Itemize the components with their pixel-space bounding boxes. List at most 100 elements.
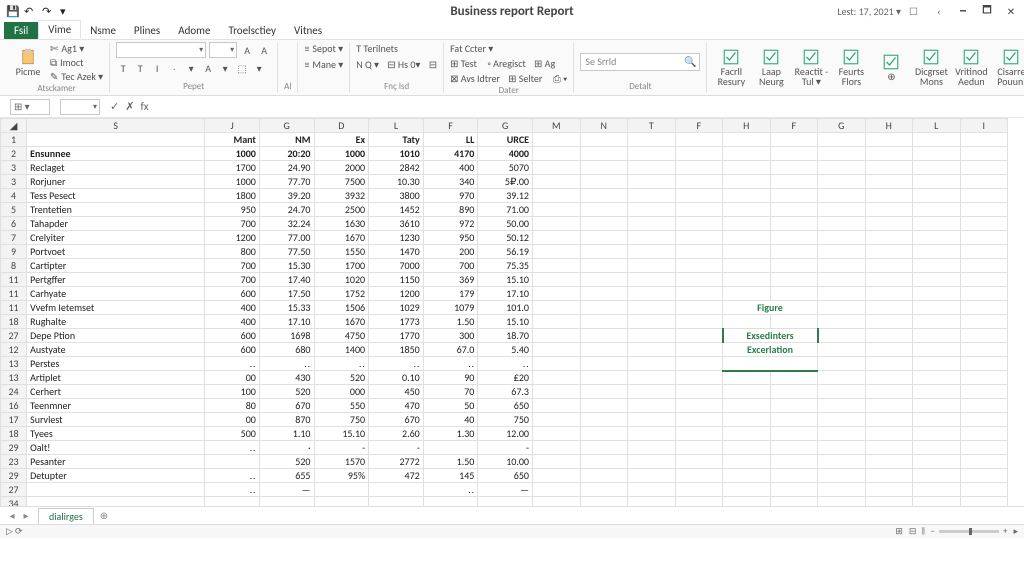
cell[interactable]: 369 [423,273,478,287]
cell[interactable] [913,483,961,497]
file-tab[interactable]: Fsil [4,22,38,39]
cell[interactable] [818,441,866,455]
cell[interactable]: 39.12 [478,189,533,203]
column-header[interactable]: G [259,119,314,133]
cell[interactable]: 200 [423,245,478,259]
row-header[interactable]: 1 [1,133,27,147]
cell[interactable] [818,301,866,315]
cell[interactable] [865,245,913,259]
cell[interactable] [865,217,913,231]
cell[interactable]: 520 [314,371,369,385]
cell[interactable] [533,371,581,385]
cell[interactable] [770,427,818,441]
cell[interactable] [770,455,818,469]
cell[interactable]: 470 [369,399,424,413]
cell[interactable]: 750 [314,413,369,427]
cell[interactable] [865,175,913,189]
style-b3[interactable]: ◦ Aregisct [487,57,525,70]
cell[interactable]: · [259,441,314,455]
cell[interactable] [865,483,913,497]
cell[interactable] [675,413,723,427]
cell[interactable] [865,455,913,469]
cell[interactable]: 2.60 [369,427,424,441]
cell[interactable]: 1506 [314,301,369,315]
cell[interactable] [423,441,478,455]
cell[interactable]: Survlest [27,413,205,427]
cell[interactable]: 50.00 [478,217,533,231]
cell[interactable]: 450 [369,385,424,399]
cell[interactable] [818,189,866,203]
cell[interactable] [628,483,676,497]
cell[interactable] [960,231,1008,245]
cell[interactable] [913,301,961,315]
cell[interactable]: 1470 [369,245,424,259]
cell[interactable]: - [369,441,424,455]
cell[interactable] [580,273,628,287]
cell[interactable] [960,133,1008,147]
cell[interactable] [960,357,1008,371]
cell[interactable] [628,161,676,175]
cell[interactable] [770,413,818,427]
cell[interactable] [723,287,771,301]
column-header[interactable]: F [770,119,818,133]
row-header[interactable]: 2 [1,147,27,161]
cell[interactable] [913,161,961,175]
cell[interactable]: Depe Ption [27,329,205,343]
cell[interactable] [533,385,581,399]
cell[interactable] [770,133,818,147]
mane-dd[interactable]: ≡Mane ▾ [304,58,343,71]
row-header[interactable]: 6 [1,217,27,231]
cell[interactable] [533,427,581,441]
column-header[interactable]: H [865,119,913,133]
cell[interactable]: 680 [259,343,314,357]
cell[interactable] [865,329,913,343]
cell[interactable] [865,399,913,413]
cell[interactable] [580,441,628,455]
ribbon-tab[interactable]: Nsme [81,22,125,39]
cell[interactable]: 4170 [423,147,478,161]
cell[interactable]: 800 [205,245,260,259]
cell[interactable]: ‥ [205,357,260,371]
cell[interactable] [818,371,866,385]
cell[interactable]: 1000 [314,147,369,161]
cell[interactable] [580,329,628,343]
cell[interactable]: 10.30 [369,175,424,189]
cell[interactable] [865,427,913,441]
cell[interactable] [675,441,723,455]
bullet-button[interactable]: ∙ [167,61,181,75]
cell[interactable]: 179 [423,287,478,301]
cell[interactable] [723,147,771,161]
row-header[interactable]: 11 [1,301,27,315]
cell[interactable]: 750 [478,413,533,427]
cell[interactable] [960,203,1008,217]
cell[interactable]: Rughalte [27,315,205,329]
separator-dd[interactable]: ≡Sepot ▾ [304,42,343,55]
cell[interactable] [770,371,818,385]
row-header[interactable]: 16 [1,399,27,413]
cell[interactable] [770,189,818,203]
column-header[interactable]: H [723,119,771,133]
num1-btn[interactable]: N Q ▾ [356,58,379,71]
cell[interactable] [960,147,1008,161]
ribbon-large-button[interactable]: Laар Neurg [753,48,789,87]
cell[interactable] [770,441,818,455]
cell[interactable] [628,203,676,217]
cell[interactable] [580,413,628,427]
cell[interactable]: 17.10 [259,315,314,329]
cell[interactable] [960,413,1008,427]
row-header[interactable]: 8 [1,259,27,273]
cell[interactable] [865,343,913,357]
cell[interactable] [580,357,628,371]
cell[interactable] [628,357,676,371]
cell[interactable]: 600 [205,287,260,301]
cell[interactable] [960,371,1008,385]
cell[interactable] [675,371,723,385]
cell[interactable] [580,343,628,357]
cell[interactable] [580,217,628,231]
cell[interactable] [865,413,913,427]
cell[interactable] [865,203,913,217]
cell[interactable]: 1.30 [423,427,478,441]
cell[interactable] [818,343,866,357]
save-icon[interactable]: 💾 [6,5,18,17]
cell[interactable]: 972 [423,217,478,231]
